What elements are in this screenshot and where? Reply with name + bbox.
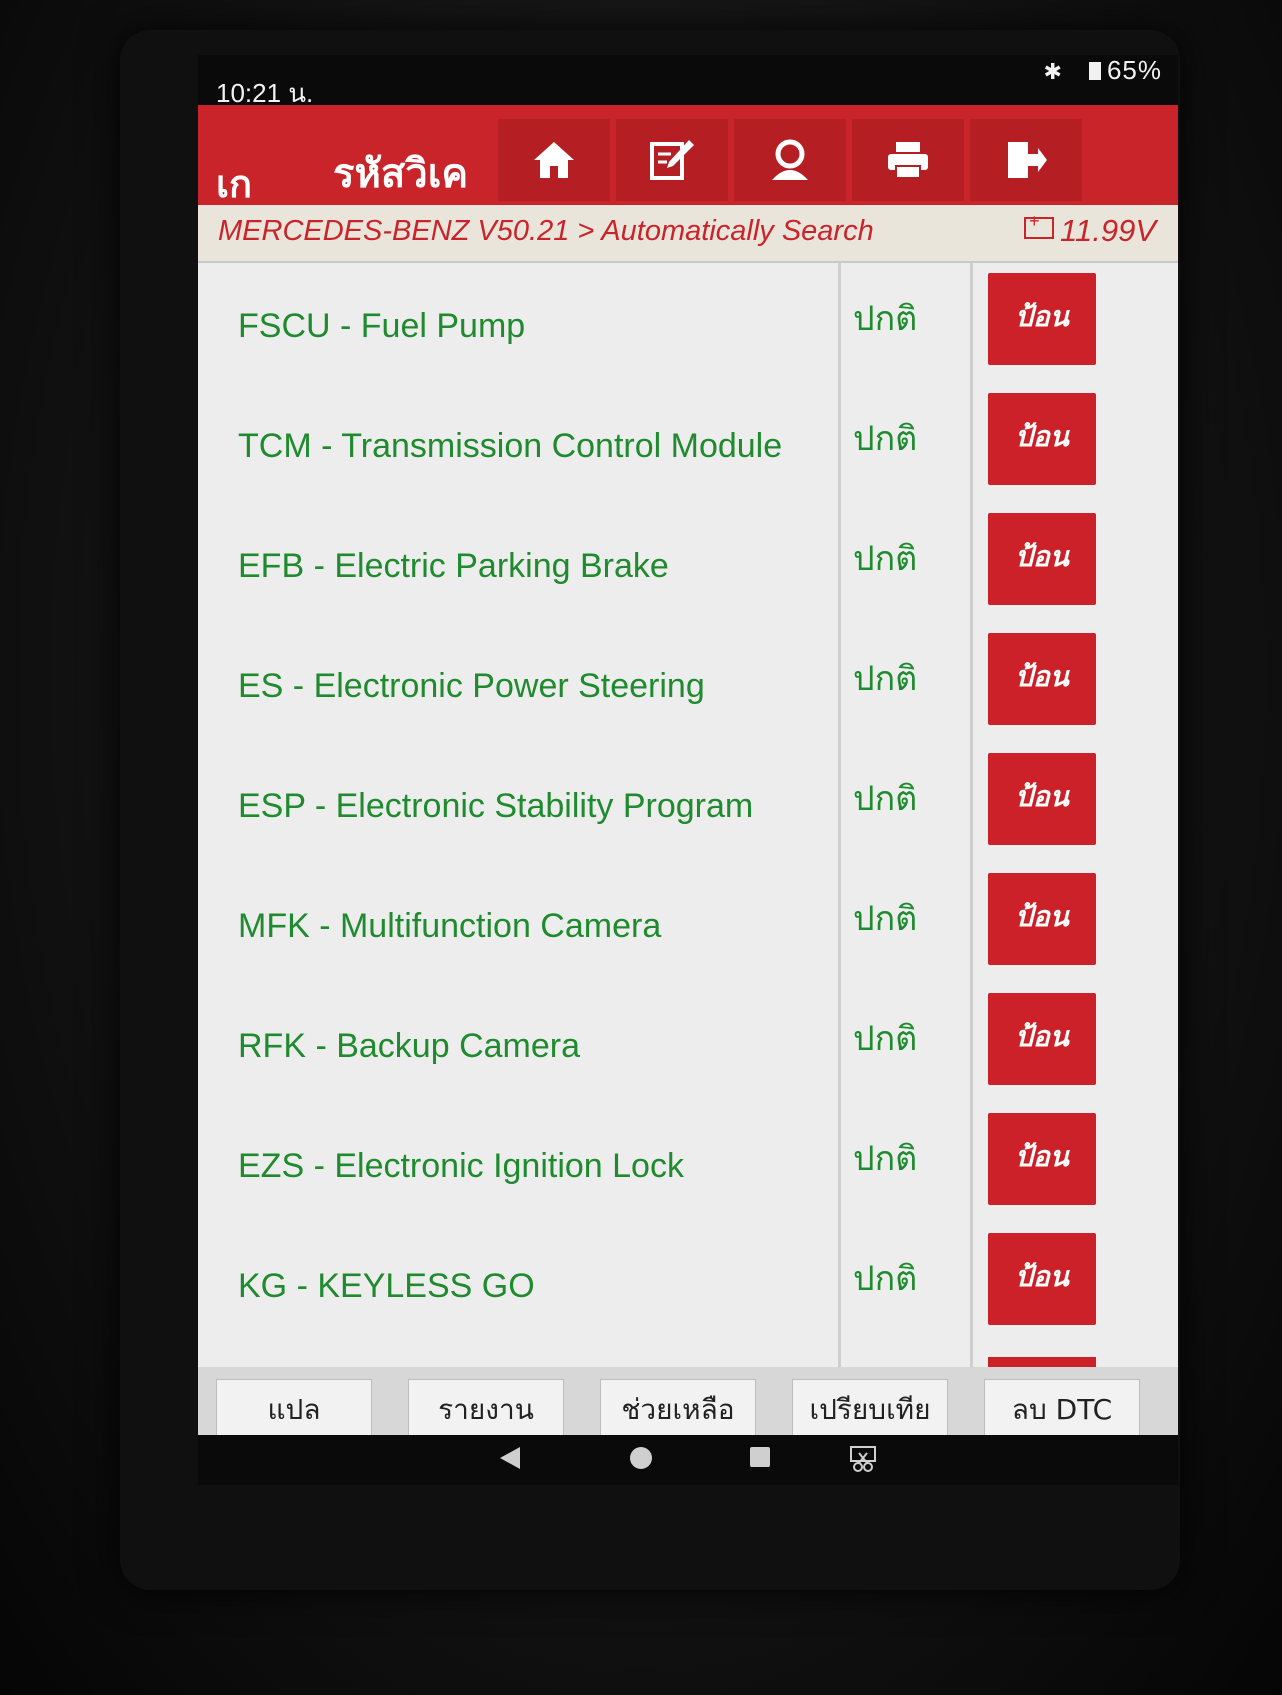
home-icon <box>534 142 574 178</box>
column-divider <box>970 383 973 503</box>
battery-level: 65% <box>1106 55 1162 85</box>
module-name: TCM - Transmission Control Module <box>238 427 783 465</box>
column-divider <box>838 743 841 863</box>
column-divider <box>970 623 973 743</box>
module-name: KG - KEYLESS GO <box>238 1267 535 1305</box>
module-name: MFK - Multifunction Camera <box>238 907 662 945</box>
module-row: EFB - Electric Parking Brake ปกติ ป้อน <box>198 503 1178 626</box>
module-status: ปกติ <box>853 779 918 819</box>
status-battery: ✱ 65% <box>1044 55 1162 86</box>
car-battery-icon <box>1024 211 1055 239</box>
exit-button[interactable] <box>970 119 1082 201</box>
module-status: ปกติ <box>853 539 918 579</box>
report-button[interactable]: รายงาน <box>408 1379 564 1435</box>
profile-icon <box>772 139 808 180</box>
column-divider <box>970 983 973 1103</box>
column-divider <box>838 1223 841 1343</box>
module-row: FSCU - Fuel Pump ปกติ ป้อน <box>198 263 1178 386</box>
print-icon <box>888 142 928 179</box>
enter-button[interactable]: ป้อน <box>988 393 1096 485</box>
android-nav-bar <box>198 1435 1178 1485</box>
profile-button[interactable] <box>734 119 846 201</box>
module-name: EZS - Electronic Ignition Lock <box>238 1147 684 1185</box>
module-status: ปกติ <box>853 299 918 339</box>
module-row: KG - KEYLESS GO ปกติ ป้อน <box>198 1223 1178 1346</box>
battery-icon <box>1088 62 1101 80</box>
module-name: RFK - Backup Camera <box>238 1027 580 1065</box>
status-bar: 10:21 น. ✱ 65% <box>198 55 1178 108</box>
screenshot-icon[interactable] <box>848 1445 878 1473</box>
toolbar-title: รหัสวิเค <box>333 151 469 191</box>
module-status: ปกติ <box>853 1139 918 1179</box>
module-status: ปกติ <box>853 1259 918 1299</box>
module-status: ปกติ <box>853 419 918 459</box>
module-status: ปกติ <box>853 899 918 939</box>
enter-button[interactable]: ป้อน <box>988 993 1096 1085</box>
tablet-screen: 10:21 น. ✱ 65% เก รหัสวิเค MERCEDES-BENZ… <box>198 55 1178 1485</box>
nav-back-icon[interactable] <box>498 1445 522 1471</box>
module-row: ESP - Electronic Stability Program ปกติ … <box>198 743 1178 866</box>
translate-button[interactable]: แปล <box>216 1379 372 1435</box>
module-status: ปกติ <box>853 659 918 699</box>
column-divider <box>970 863 973 983</box>
module-row: ES - Electronic Power Steering ปกติ ป้อน <box>198 623 1178 746</box>
bottom-action-bar: แปล รายงาน ช่วยเหลือ เปรียบเทีย ลบ DTC <box>198 1367 1178 1435</box>
module-row: EZS - Electronic Ignition Lock ปกติ ป้อน <box>198 1103 1178 1226</box>
column-divider <box>838 863 841 983</box>
voltage-value: 11.99V <box>1060 213 1156 248</box>
nav-recents-icon[interactable] <box>748 1445 772 1469</box>
column-divider <box>838 383 841 503</box>
column-divider <box>838 623 841 743</box>
module-name: ESP - Electronic Stability Program <box>238 787 754 825</box>
module-row: MFK - Multifunction Camera ปกติ ป้อน <box>198 863 1178 986</box>
column-divider <box>838 263 841 383</box>
module-row: RFK - Backup Camera ปกติ ป้อน <box>198 983 1178 1106</box>
enter-button[interactable]: ป้อน <box>988 873 1096 965</box>
enter-button[interactable]: ป้อน <box>988 753 1096 845</box>
column-divider <box>838 503 841 623</box>
app-toolbar: เก รหัสวิเค <box>198 105 1178 206</box>
column-divider <box>970 743 973 863</box>
enter-button[interactable]: ป้อน <box>988 633 1096 725</box>
enter-button[interactable]: ป้อน <box>988 513 1096 605</box>
home-button[interactable] <box>498 119 610 201</box>
column-divider <box>970 1223 973 1343</box>
enter-button[interactable]: ป้อน <box>988 1233 1096 1325</box>
bluetooth-icon: ✱ <box>1043 59 1063 84</box>
module-name: EFB - Electric Parking Brake <box>238 547 669 585</box>
edit-button[interactable] <box>616 119 728 201</box>
compare-button[interactable]: เปรียบเทีย <box>792 1379 948 1435</box>
diagnostic-app: เก รหัสวิเค MERCEDES-BENZ V50.21 > Autom… <box>198 105 1178 1435</box>
column-divider <box>970 263 973 383</box>
device-photo-background: 10:21 น. ✱ 65% เก รหัสวิเค MERCEDES-BENZ… <box>0 0 1282 1695</box>
module-status: ปกติ <box>853 1019 918 1059</box>
column-divider <box>970 503 973 623</box>
enter-button[interactable]: ป้อน <box>988 273 1096 365</box>
edit-icon <box>650 140 694 180</box>
exit-icon <box>1008 142 1047 178</box>
module-row: TCM - Transmission Control Module ปกติ ป… <box>198 383 1178 506</box>
column-divider <box>838 983 841 1103</box>
clear-dtc-button[interactable]: ลบ DTC <box>984 1379 1140 1435</box>
enter-button[interactable]: ป้อน <box>988 1113 1096 1205</box>
module-name: ES - Electronic Power Steering <box>238 667 705 705</box>
print-button[interactable] <box>852 119 964 201</box>
column-divider <box>970 1103 973 1223</box>
breadcrumb-path: MERCEDES-BENZ V50.21 > Automatically Sea… <box>218 215 874 247</box>
nav-home-icon[interactable] <box>628 1445 654 1471</box>
battery-voltage: 11.99V <box>1024 211 1156 249</box>
breadcrumb: MERCEDES-BENZ V50.21 > Automatically Sea… <box>198 205 1178 263</box>
help-button[interactable]: ช่วยเหลือ <box>600 1379 756 1435</box>
column-divider <box>838 1103 841 1223</box>
module-name: FSCU - Fuel Pump <box>238 307 526 345</box>
